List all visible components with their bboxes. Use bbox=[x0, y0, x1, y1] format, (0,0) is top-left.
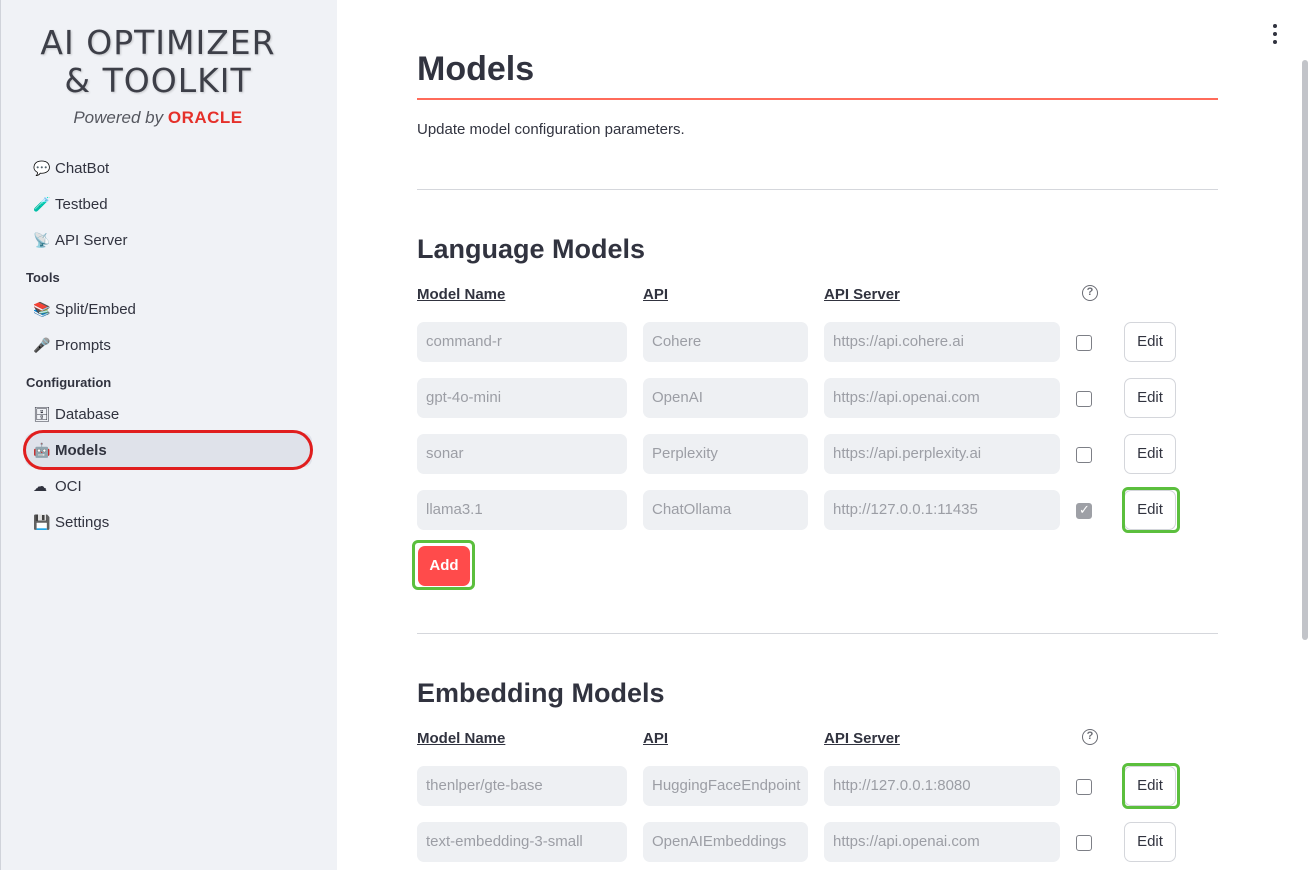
model-server-field[interactable]: https://api.openai.com bbox=[824, 378, 1060, 418]
sidebar-item-label: OCI bbox=[55, 477, 82, 495]
sidebar-section-configuration: Configuration bbox=[26, 375, 112, 390]
main-menu-button[interactable] bbox=[1266, 24, 1284, 44]
model-api-field[interactable]: OpenAIEmbeddings bbox=[643, 822, 808, 862]
sidebar-item-label: ChatBot bbox=[55, 159, 110, 177]
model-api-field[interactable]: ChatOllama bbox=[643, 490, 808, 530]
model-api-field[interactable]: Cohere bbox=[643, 322, 808, 362]
robot-icon: 🤖 bbox=[33, 441, 51, 458]
help-icon[interactable]: ? bbox=[1082, 729, 1098, 745]
sidebar-item-oci[interactable]: ☁ OCI bbox=[25, 469, 312, 503]
embedding-models-title: Embedding Models bbox=[417, 678, 665, 708]
sidebar-item-api-server[interactable]: 📡 API Server bbox=[25, 223, 312, 257]
sidebar-item-label: API Server bbox=[55, 231, 128, 249]
sidebar-item-database[interactable]: 🗄 Database bbox=[25, 397, 312, 431]
model-enabled-checkbox[interactable] bbox=[1076, 502, 1092, 519]
edit-button[interactable]: Edit bbox=[1124, 434, 1176, 474]
satellite-antenna-icon: 📡 bbox=[33, 231, 51, 248]
model-server-field[interactable]: http://127.0.0.1:11435 bbox=[824, 490, 1060, 530]
col-model-name: Model Name bbox=[417, 730, 506, 747]
logo-line-1: AI OPTIMIZER bbox=[40, 23, 276, 62]
sidebar-item-label: Settings bbox=[55, 513, 110, 531]
col-api: API bbox=[643, 286, 669, 303]
model-name-field[interactable]: gpt-4o-mini bbox=[417, 378, 627, 418]
sidebar: AI OPTIMIZER & TOOLKIT Powered by ORACLE… bbox=[0, 0, 337, 870]
model-server-field[interactable]: https://api.cohere.ai bbox=[824, 322, 1060, 362]
microphone-icon: 🎤 bbox=[33, 336, 51, 353]
sidebar-item-label: Models bbox=[55, 441, 107, 459]
model-name-field[interactable]: sonar bbox=[417, 434, 627, 474]
sidebar-item-label: Testbed bbox=[55, 195, 108, 213]
file-cabinet-icon: 🗄 bbox=[33, 405, 51, 422]
edit-button[interactable]: Edit bbox=[1124, 378, 1176, 418]
oracle-brand: ORACLE bbox=[167, 108, 243, 127]
model-name-field[interactable]: text-embedding-3-small bbox=[417, 822, 627, 862]
title-divider bbox=[417, 98, 1218, 100]
model-enabled-checkbox[interactable] bbox=[1076, 447, 1092, 463]
model-server-field[interactable]: https://api.openai.com bbox=[824, 822, 1060, 862]
sidebar-item-label: Prompts bbox=[55, 336, 111, 354]
model-enabled-checkbox[interactable] bbox=[1076, 391, 1092, 407]
col-api-server: API Server bbox=[824, 730, 900, 747]
section-divider bbox=[417, 189, 1218, 190]
logo-line-2: & TOOLKIT bbox=[64, 61, 252, 100]
dot-icon bbox=[1273, 24, 1277, 28]
cloud-icon: ☁ bbox=[33, 477, 47, 494]
model-enabled-checkbox[interactable] bbox=[1076, 835, 1092, 851]
model-server-field[interactable]: https://api.perplexity.ai bbox=[824, 434, 1060, 474]
model-enabled-checkbox[interactable] bbox=[1076, 779, 1092, 795]
edit-button[interactable]: Edit bbox=[1124, 490, 1176, 530]
model-name-field[interactable]: llama3.1 bbox=[417, 490, 627, 530]
model-server-field[interactable]: http://127.0.0.1:8080 bbox=[824, 766, 1060, 806]
scrollbar[interactable] bbox=[1302, 60, 1308, 640]
model-name-field[interactable]: command-r bbox=[417, 322, 627, 362]
edit-button[interactable]: Edit bbox=[1124, 822, 1176, 862]
model-name-field[interactable]: thenlper/gte-base bbox=[417, 766, 627, 806]
sidebar-item-prompts[interactable]: 🎤 Prompts bbox=[25, 328, 312, 362]
col-model-name: Model Name bbox=[417, 286, 506, 303]
app-logo: AI OPTIMIZER & TOOLKIT Powered by ORACLE bbox=[1, 24, 315, 128]
floppy-disk-icon: 💾 bbox=[33, 513, 51, 530]
powered-by-text: Powered by bbox=[73, 108, 164, 127]
logo-powered-by: Powered by ORACLE bbox=[1, 108, 315, 128]
page-title: Models bbox=[417, 50, 535, 88]
sidebar-item-label: Split/Embed bbox=[55, 300, 136, 318]
language-models-title: Language Models bbox=[417, 234, 646, 264]
dot-icon bbox=[1273, 32, 1277, 36]
page-subtitle: Update model configuration parameters. bbox=[417, 121, 685, 138]
col-api: API bbox=[643, 730, 669, 747]
section-divider bbox=[417, 633, 1218, 634]
model-api-field[interactable]: OpenAI bbox=[643, 378, 808, 418]
sidebar-item-settings[interactable]: 💾 Settings bbox=[25, 505, 312, 539]
books-icon: 📚 bbox=[33, 300, 51, 317]
edit-button[interactable]: Edit bbox=[1124, 766, 1176, 806]
sidebar-item-testbed[interactable]: 🧪 Testbed bbox=[25, 187, 312, 221]
model-enabled-checkbox[interactable] bbox=[1076, 335, 1092, 351]
sidebar-item-models[interactable]: 🤖 Models bbox=[25, 433, 312, 467]
sidebar-section-tools: Tools bbox=[26, 270, 60, 285]
sidebar-item-split-embed[interactable]: 📚 Split/Embed bbox=[25, 292, 312, 326]
sidebar-item-label: Database bbox=[55, 405, 120, 423]
speech-bubble-icon: 💬 bbox=[33, 159, 51, 176]
sidebar-item-chatbot[interactable]: 💬 ChatBot bbox=[25, 151, 312, 185]
model-api-field[interactable]: HuggingFaceEndpoint bbox=[643, 766, 808, 806]
help-icon[interactable]: ? bbox=[1082, 285, 1098, 301]
model-api-field[interactable]: Perplexity bbox=[643, 434, 808, 474]
edit-button[interactable]: Edit bbox=[1124, 322, 1176, 362]
dot-icon bbox=[1273, 40, 1277, 44]
test-tube-icon: 🧪 bbox=[33, 195, 51, 212]
col-api-server: API Server bbox=[824, 286, 900, 303]
add-model-button[interactable]: Add bbox=[418, 546, 470, 586]
